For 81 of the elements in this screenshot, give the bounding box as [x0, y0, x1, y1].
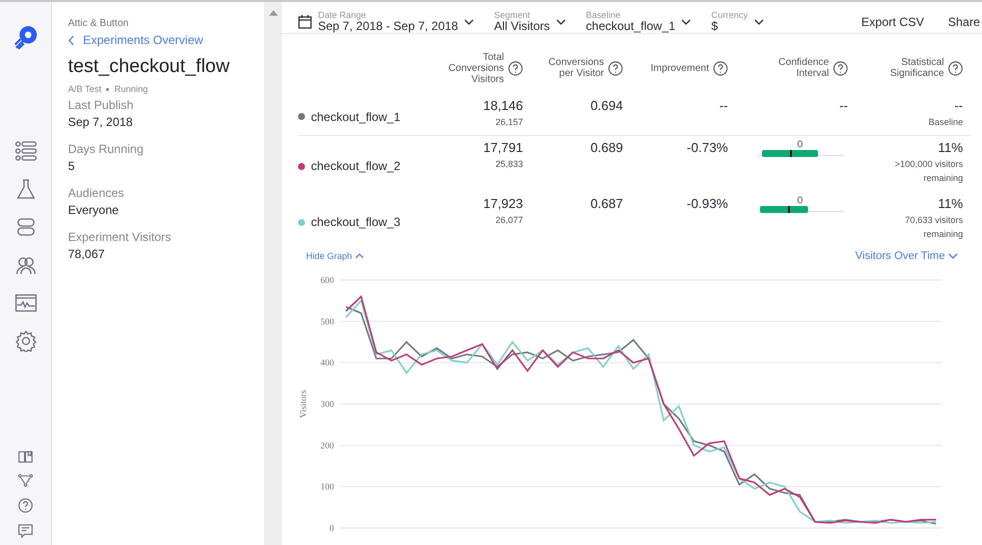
column-header: Statistical Significance	[890, 57, 944, 80]
filter-dropdown[interactable]: Date Range Sep 7, 2018 - Sep 7, 2018	[298, 11, 474, 32]
experiment-status: Running	[114, 84, 148, 94]
chevron-down-icon	[681, 18, 692, 25]
significance-note: Baseline	[928, 116, 963, 130]
visitors-value: 25,833	[495, 158, 523, 172]
flask-icon[interactable]	[14, 178, 36, 200]
detail-value: Sep 7, 2018	[68, 115, 134, 129]
graph-metric-dropdown[interactable]: Visitors Over Time	[855, 250, 958, 262]
detail-label: Audiences	[68, 186, 126, 200]
filter-dropdown[interactable]: Currency $	[711, 11, 764, 32]
variation-name: checkout_flow_1	[311, 110, 400, 124]
interval-value: --	[839, 98, 848, 114]
help-icon[interactable]	[833, 60, 848, 76]
chevron-down-icon	[948, 253, 958, 260]
significance-value: 11%	[938, 140, 963, 156]
y-tick-label: 500	[320, 316, 334, 326]
detail-value: 5	[68, 159, 76, 173]
visitors-value: 26,157	[495, 116, 523, 130]
column-header: Conversions per Visitor	[548, 57, 604, 80]
conversions-value: 17,791	[483, 140, 523, 156]
filter-dropdown[interactable]: Segment All Visitors	[494, 11, 566, 32]
column-header: Improvement	[650, 62, 709, 74]
conversions-value: 17,923	[483, 196, 523, 212]
detail-label: Last Publish	[68, 98, 134, 112]
experiment-title: test_checkout_flow	[68, 56, 231, 78]
per-visitor-value: 0.689	[590, 140, 623, 156]
chevron-down-icon	[556, 18, 566, 25]
significance-value: --	[954, 98, 963, 114]
experiment-type: A/B Test	[68, 84, 102, 94]
chevron-down-icon	[754, 18, 764, 25]
help-icon[interactable]	[18, 498, 33, 513]
toggle-icon[interactable]	[14, 216, 36, 238]
y-tick-label: 0	[330, 523, 334, 533]
help-icon[interactable]	[508, 60, 523, 76]
chevron-up-icon	[354, 253, 364, 260]
rocket-logo-icon[interactable]	[12, 24, 38, 50]
chart-window-icon[interactable]	[14, 292, 36, 314]
per-visitor-value: 0.687	[590, 196, 623, 212]
help-icon[interactable]	[948, 60, 963, 76]
toolbar-action-button[interactable]: Export CSV	[859, 14, 926, 29]
column-header: Total Conversions Visitors	[448, 52, 504, 85]
conversions-value: 18,146	[483, 98, 523, 114]
column-header: Confidence Interval	[778, 57, 829, 80]
detail-value: Everyone	[68, 203, 120, 217]
improvement-value: -0.73%	[686, 140, 728, 156]
settings-icon[interactable]	[14, 330, 36, 352]
y-tick-label: 400	[320, 358, 334, 368]
status-dot-icon	[106, 88, 110, 90]
hide-graph-link[interactable]: Hide Graph	[306, 251, 364, 262]
list-icon[interactable]	[14, 140, 36, 162]
y-tick-label: 600	[320, 275, 334, 285]
chevron-left-icon	[68, 34, 75, 46]
chevron-down-icon	[464, 18, 474, 25]
variation-name: checkout_flow_2	[311, 159, 400, 174]
y-axis-title: Visitors	[298, 390, 308, 418]
detail-label: Experiment Visitors	[68, 230, 172, 244]
help-icon[interactable]	[608, 60, 623, 76]
improvement-value: -0.93%	[686, 196, 728, 212]
toolbar-action-button[interactable]: Share	[946, 14, 982, 29]
nodes-icon[interactable]	[18, 474, 33, 487]
y-tick-label: 300	[320, 399, 334, 409]
visitors-value: 26,077	[495, 214, 523, 228]
significance-value: 11%	[938, 196, 963, 212]
significance-note: >100,000 visitors remaining	[894, 158, 963, 185]
per-visitor-value: 0.694	[590, 98, 623, 114]
y-tick-label: 200	[320, 440, 334, 450]
detail-label: Days Running	[68, 142, 144, 156]
calendar-icon	[298, 14, 312, 29]
experiments-overview-link[interactable]: Experiments Overview	[68, 33, 264, 47]
help-icon[interactable]	[713, 60, 728, 76]
variation-name: checkout_flow_3	[311, 215, 400, 230]
project-name: Attic & Button	[68, 18, 130, 29]
improvement-value: --	[719, 98, 728, 114]
y-tick-label: 100	[320, 482, 334, 492]
filter-dropdown[interactable]: Baseline checkout_flow_1	[586, 11, 692, 32]
detail-value: 78,067	[68, 247, 106, 261]
scroll-up-icon[interactable]	[268, 10, 278, 16]
significance-note: 70,633 visitors remaining	[904, 214, 963, 241]
chat-icon[interactable]	[18, 524, 33, 539]
book-icon[interactable]	[18, 450, 33, 463]
